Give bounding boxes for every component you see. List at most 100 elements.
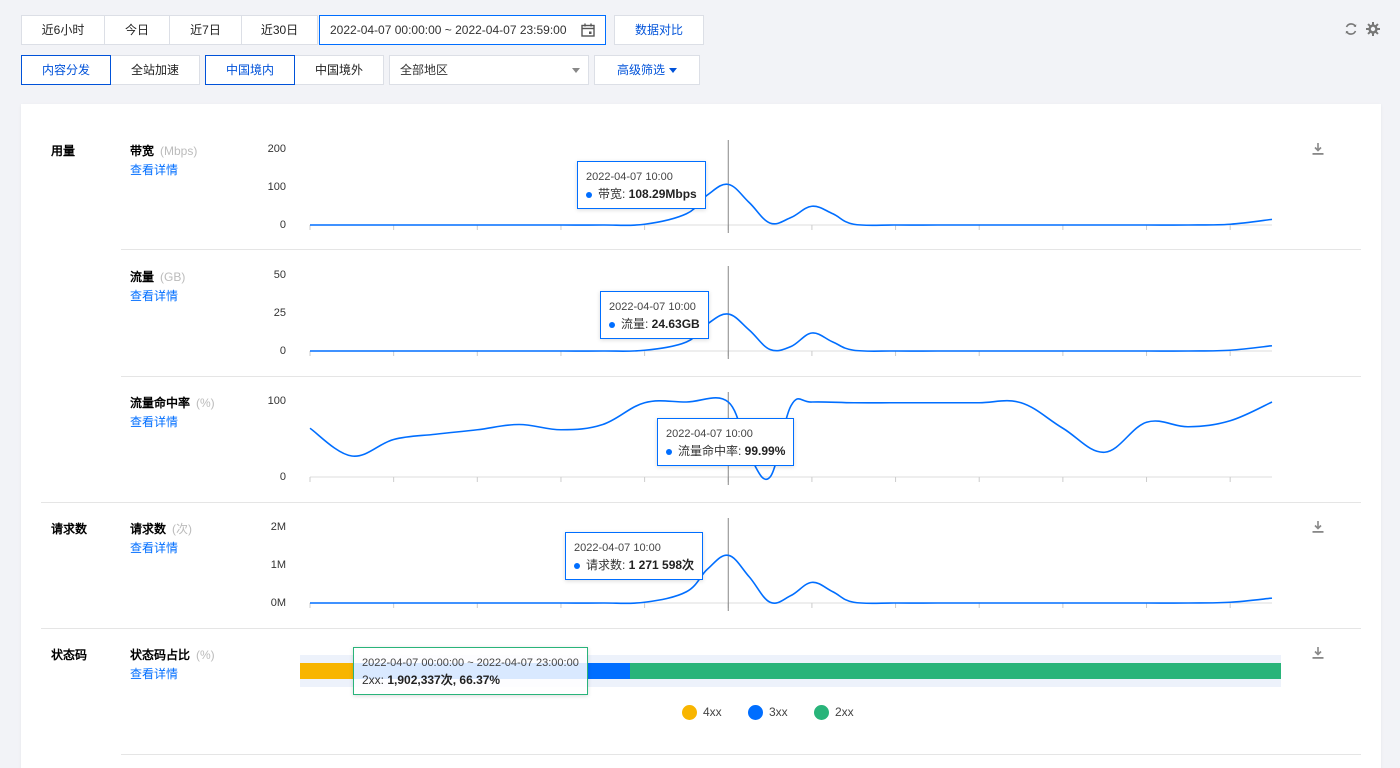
series-dot-icon bbox=[586, 191, 592, 198]
traffic-series-line bbox=[310, 313, 1273, 352]
tooltip-value: 24.63GB bbox=[651, 317, 700, 331]
tab-last-6-hours[interactable]: 近6小时 bbox=[21, 15, 105, 45]
tab-content-delivery[interactable]: 内容分发 bbox=[21, 55, 111, 85]
tooltip-value: 1,902,337次, 66.37% bbox=[387, 673, 501, 687]
advanced-filter-label: 高级筛选 bbox=[616, 63, 665, 77]
legend-dot-icon bbox=[748, 705, 763, 721]
legend-item-4xx[interactable]: 4xx bbox=[682, 705, 722, 721]
hitrate-detail-link[interactable]: 查看详情 bbox=[130, 413, 178, 430]
area-select-value: 全部地区 bbox=[400, 63, 449, 77]
legend-item-3xx[interactable]: 3xx bbox=[748, 705, 788, 721]
status-title: 状态码占比 (%) bbox=[130, 648, 215, 662]
y-tick-label: 200 bbox=[267, 143, 286, 155]
divider bbox=[41, 502, 1361, 503]
date-range-picker[interactable]: 2022-04-07 00:00:00 ~ 2022-04-07 23:59:0… bbox=[319, 15, 606, 45]
series-dot-icon bbox=[666, 448, 672, 455]
tooltip-label: 流量: bbox=[621, 317, 652, 331]
hitrate-title: 流量命中率 (%) bbox=[130, 396, 215, 410]
y-tick-label: 100 bbox=[267, 181, 286, 193]
refresh-icon[interactable] bbox=[1343, 21, 1359, 37]
area-select[interactable]: 全部地区 bbox=[389, 55, 589, 85]
tab-today[interactable]: 今日 bbox=[104, 15, 170, 45]
y-tick-label: 100 bbox=[267, 395, 286, 407]
tab-site-acceleration[interactable]: 全站加速 bbox=[110, 55, 200, 85]
caret-down-icon bbox=[669, 68, 677, 74]
download-icon[interactable] bbox=[1311, 142, 1325, 156]
legend-dot-icon bbox=[682, 705, 697, 721]
download-icon[interactable] bbox=[1311, 520, 1325, 534]
tab-outside-china[interactable]: 中国境外 bbox=[294, 55, 384, 85]
legend-label: 4xx bbox=[703, 705, 722, 719]
tooltip-time: 2022-04-07 10:00 bbox=[574, 542, 661, 554]
requests-title: 请求数 (次) bbox=[130, 522, 193, 536]
y-tick-label: 1M bbox=[270, 559, 286, 571]
tooltip-time: 2022-04-07 10:00 bbox=[609, 301, 696, 313]
divider bbox=[121, 376, 1361, 377]
status-segment-4xx[interactable] bbox=[300, 663, 354, 679]
requests-tooltip: 2022-04-07 10:00 请求数: 1 271 598次 bbox=[565, 532, 704, 580]
traffic-title: 流量 (GB) bbox=[130, 270, 186, 284]
service-type-tabs: 内容分发 全站加速 bbox=[21, 55, 200, 85]
bandwidth-series-line bbox=[310, 183, 1273, 227]
bandwidth-tooltip: 2022-04-07 10:00 带宽: 108.29Mbps bbox=[577, 161, 706, 209]
divider bbox=[41, 628, 1361, 629]
y-tick-label: 25 bbox=[273, 307, 286, 319]
tab-mainland-china[interactable]: 中国境内 bbox=[205, 55, 295, 85]
tooltip-value: 108.29Mbps bbox=[628, 187, 697, 201]
traffic-detail-link[interactable]: 查看详情 bbox=[130, 287, 178, 304]
y-tick-label: 0M bbox=[270, 597, 286, 609]
date-range-value: 2022-04-07 00:00:00 ~ 2022-04-07 23:59:0… bbox=[330, 23, 567, 37]
tooltip-time: 2022-04-07 10:00 bbox=[586, 171, 673, 183]
settings-icon[interactable] bbox=[1365, 21, 1381, 37]
tooltip-label: 2xx: bbox=[362, 673, 388, 687]
legend-item-2xx[interactable]: 2xx bbox=[814, 705, 854, 721]
series-dot-icon bbox=[574, 562, 580, 569]
section-status-title: 状态码 bbox=[51, 648, 88, 662]
tooltip-label: 流量命中率: bbox=[678, 444, 745, 458]
tooltip-value: 1 271 598次 bbox=[628, 558, 695, 572]
hitrate-unit: (%) bbox=[196, 396, 215, 410]
tooltip-value: 99.99% bbox=[744, 444, 786, 458]
requests-chart[interactable] bbox=[300, 518, 1280, 618]
calendar-icon bbox=[581, 23, 595, 37]
download-icon[interactable] bbox=[1311, 646, 1325, 660]
tab-last-30-days[interactable]: 近30日 bbox=[241, 15, 318, 45]
status-segment-2xx[interactable] bbox=[629, 663, 1281, 679]
bandwidth-detail-link[interactable]: 查看详情 bbox=[130, 161, 178, 178]
section-requests-title: 请求数 bbox=[51, 522, 88, 536]
status-unit: (%) bbox=[196, 648, 215, 662]
y-tick-label: 50 bbox=[273, 269, 286, 281]
region-tabs: 中国境内 中国境外 bbox=[205, 55, 384, 85]
section-usage-title: 用量 bbox=[51, 144, 76, 158]
requests-detail-link[interactable]: 查看详情 bbox=[130, 539, 178, 556]
advanced-filter-button[interactable]: 高级筛选 bbox=[594, 55, 700, 85]
traffic-chart[interactable] bbox=[300, 266, 1280, 366]
tooltip-time: 2022-04-07 10:00 bbox=[666, 428, 753, 440]
status-detail-link[interactable]: 查看详情 bbox=[130, 665, 178, 682]
tab-last-7-days[interactable]: 近7日 bbox=[169, 15, 242, 45]
time-range-tabs: 近6小时 今日 近7日 近30日 bbox=[21, 15, 318, 45]
requests-unit: (次) bbox=[172, 522, 193, 536]
y-tick-label: 2M bbox=[270, 521, 286, 533]
y-tick-label: 0 bbox=[279, 345, 286, 357]
tooltip-label: 请求数: bbox=[586, 558, 629, 572]
traffic-tooltip: 2022-04-07 10:00 流量: 24.63GB bbox=[600, 291, 709, 339]
legend-label: 3xx bbox=[769, 705, 788, 719]
status-tooltip: 2022-04-07 00:00:00 ~ 2022-04-07 23:00:0… bbox=[353, 647, 588, 695]
hitrate-tooltip: 2022-04-07 10:00 流量命中率: 99.99% bbox=[657, 418, 795, 466]
series-dot-icon bbox=[609, 321, 615, 328]
bandwidth-unit: (Mbps) bbox=[160, 144, 198, 158]
legend-label: 2xx bbox=[835, 705, 854, 719]
divider bbox=[121, 249, 1361, 250]
tooltip-label: 带宽: bbox=[598, 187, 629, 201]
divider bbox=[121, 754, 1361, 755]
traffic-unit: (GB) bbox=[160, 270, 186, 284]
chevron-down-icon bbox=[572, 68, 580, 73]
bandwidth-title: 带宽 (Mbps) bbox=[130, 144, 198, 158]
tooltip-time: 2022-04-07 00:00:00 ~ 2022-04-07 23:00:0… bbox=[362, 657, 579, 669]
bandwidth-chart[interactable] bbox=[300, 140, 1280, 240]
data-compare-button[interactable]: 数据对比 bbox=[614, 15, 704, 45]
y-tick-label: 0 bbox=[279, 471, 286, 483]
y-tick-label: 0 bbox=[279, 219, 286, 231]
requests-series-line bbox=[310, 554, 1273, 605]
